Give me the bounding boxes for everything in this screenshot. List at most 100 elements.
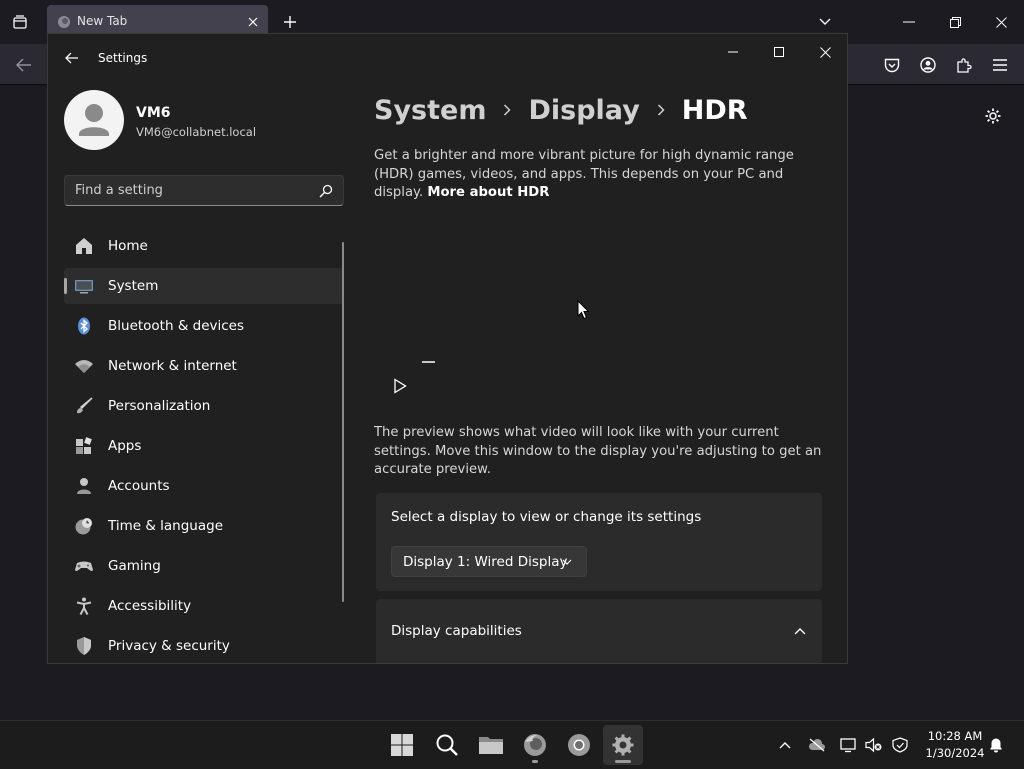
display-select-dropdown[interactable]: Display 1: Wired Display bbox=[391, 546, 587, 577]
search-icon[interactable] bbox=[319, 184, 333, 198]
nav-item-label: Gaming bbox=[108, 558, 161, 574]
search-icon bbox=[436, 734, 458, 756]
tab-close-button[interactable] bbox=[244, 13, 262, 31]
firefox-taskbar-button[interactable] bbox=[515, 725, 555, 765]
profile-email: VM6@collabnet.local bbox=[136, 125, 257, 139]
minimize-icon bbox=[903, 21, 915, 23]
gear-icon bbox=[612, 734, 634, 756]
nav-item-home[interactable]: Home bbox=[64, 228, 344, 264]
file-explorer-button[interactable] bbox=[471, 725, 511, 765]
breadcrumb-system[interactable]: System bbox=[374, 95, 486, 126]
nav-item-time-language[interactable]: Time & language bbox=[64, 508, 344, 544]
onedrive-tray-button[interactable] bbox=[807, 735, 827, 755]
account-icon bbox=[920, 57, 936, 73]
settings-taskbar-button[interactable] bbox=[603, 725, 643, 765]
chevron-up-icon[interactable] bbox=[792, 623, 808, 639]
running-indicator bbox=[532, 760, 538, 763]
clock-time[interactable]: 10:28 AM bbox=[915, 728, 995, 744]
bell-icon bbox=[990, 738, 1002, 753]
windows-logo-icon bbox=[391, 734, 413, 756]
list-all-tabs-button[interactable] bbox=[814, 11, 836, 33]
play-button[interactable] bbox=[390, 376, 410, 396]
page-title: HDR bbox=[681, 94, 748, 126]
home-icon bbox=[74, 236, 94, 256]
tab-title: New Tab bbox=[77, 14, 128, 28]
new-tab-button[interactable] bbox=[279, 11, 301, 33]
puzzle-icon bbox=[957, 58, 972, 73]
close-icon bbox=[819, 46, 831, 58]
browser-minimize-button[interactable] bbox=[896, 10, 922, 34]
browser-back-button[interactable] bbox=[12, 53, 36, 77]
display-capabilities-label: Display capabilities bbox=[391, 623, 522, 639]
notifications-button[interactable] bbox=[986, 735, 1006, 755]
nav-item-system[interactable]: System bbox=[64, 268, 344, 304]
nav-item-personalization[interactable]: Personalization bbox=[64, 388, 344, 424]
pocket-button[interactable] bbox=[880, 53, 904, 77]
account-button[interactable] bbox=[916, 53, 940, 77]
avatar[interactable] bbox=[64, 90, 124, 150]
security-tray-button[interactable] bbox=[890, 735, 910, 755]
close-icon bbox=[248, 17, 258, 27]
browser-restore-button[interactable] bbox=[942, 10, 968, 34]
shield-icon bbox=[892, 737, 908, 753]
nav-item-apps[interactable]: Apps bbox=[64, 428, 344, 464]
folder-icon bbox=[479, 737, 503, 754]
nav-item-label: Accounts bbox=[108, 478, 170, 494]
breadcrumb-display[interactable]: Display bbox=[528, 95, 639, 126]
hamburger-menu-icon bbox=[993, 59, 1007, 71]
taskbar: 10:28 AM 1/30/2024 bbox=[0, 720, 1024, 769]
search-button[interactable] bbox=[427, 725, 467, 765]
nav-item-privacy[interactable]: Privacy & security bbox=[64, 628, 344, 663]
nav-item-label: Personalization bbox=[108, 398, 211, 414]
minimize-icon bbox=[728, 51, 738, 53]
settings-close-button[interactable] bbox=[803, 38, 847, 66]
wifi-icon bbox=[74, 356, 94, 376]
running-indicator bbox=[615, 760, 631, 763]
nav-scrollbar[interactable] bbox=[342, 242, 344, 602]
brush-icon bbox=[74, 396, 94, 416]
chevron-right-icon bbox=[652, 102, 670, 118]
firefox-view-button[interactable] bbox=[8, 10, 32, 34]
browser-close-button[interactable] bbox=[988, 10, 1014, 34]
network-tray-button[interactable] bbox=[839, 735, 859, 755]
start-button[interactable] bbox=[382, 725, 422, 765]
settings-window: Settings VM6 VM6@collabnet.local Home Sy… bbox=[47, 33, 848, 664]
mouse-cursor-icon bbox=[577, 300, 589, 320]
newtab-settings-button[interactable] bbox=[982, 105, 1004, 127]
extensions-button[interactable] bbox=[952, 53, 976, 77]
arrow-left-icon bbox=[65, 52, 78, 64]
nav-item-label: Time & language bbox=[108, 518, 224, 534]
nav-item-label: Privacy & security bbox=[108, 638, 230, 654]
chrome-icon bbox=[568, 734, 590, 756]
more-about-hdr-link[interactable]: More about HDR bbox=[427, 185, 549, 200]
app-menu-button[interactable] bbox=[988, 53, 1012, 77]
select-display-label: Select a display to view or change its s… bbox=[391, 509, 702, 525]
chrome-taskbar-button[interactable] bbox=[559, 725, 599, 765]
search-input[interactable] bbox=[65, 176, 305, 205]
plus-icon bbox=[284, 16, 296, 28]
video-progress-indicator bbox=[422, 361, 435, 363]
pocket-icon bbox=[884, 58, 900, 72]
settings-minimize-button[interactable] bbox=[711, 38, 755, 66]
clock-date[interactable]: 1/30/2024 bbox=[915, 745, 995, 761]
chevron-up-icon bbox=[779, 742, 791, 749]
settings-nav: Home System Bluetooth & devices Network … bbox=[64, 228, 344, 663]
nav-item-label: Bluetooth & devices bbox=[108, 318, 245, 334]
hdr-description: Get a brighter and more vibrant picture … bbox=[374, 147, 814, 203]
play-icon bbox=[394, 378, 407, 394]
window-title: Settings bbox=[98, 51, 148, 65]
system-icon bbox=[74, 276, 94, 296]
nav-item-accessibility[interactable]: Accessibility bbox=[64, 588, 344, 624]
show-hidden-icons-button[interactable] bbox=[775, 735, 795, 755]
nav-item-accounts[interactable]: Accounts bbox=[64, 468, 344, 504]
firefox-favicon-icon bbox=[58, 16, 70, 28]
nav-item-bluetooth[interactable]: Bluetooth & devices bbox=[64, 308, 344, 344]
display-capabilities-card[interactable]: Display capabilities bbox=[376, 599, 822, 663]
volume-tray-button[interactable] bbox=[864, 735, 884, 755]
gamepad-icon bbox=[74, 556, 94, 576]
nav-item-gaming[interactable]: Gaming bbox=[64, 548, 344, 584]
settings-back-button[interactable] bbox=[60, 46, 84, 70]
nav-item-network[interactable]: Network & internet bbox=[64, 348, 344, 384]
settings-maximize-button[interactable] bbox=[757, 38, 801, 66]
chevron-right-icon bbox=[498, 102, 516, 118]
